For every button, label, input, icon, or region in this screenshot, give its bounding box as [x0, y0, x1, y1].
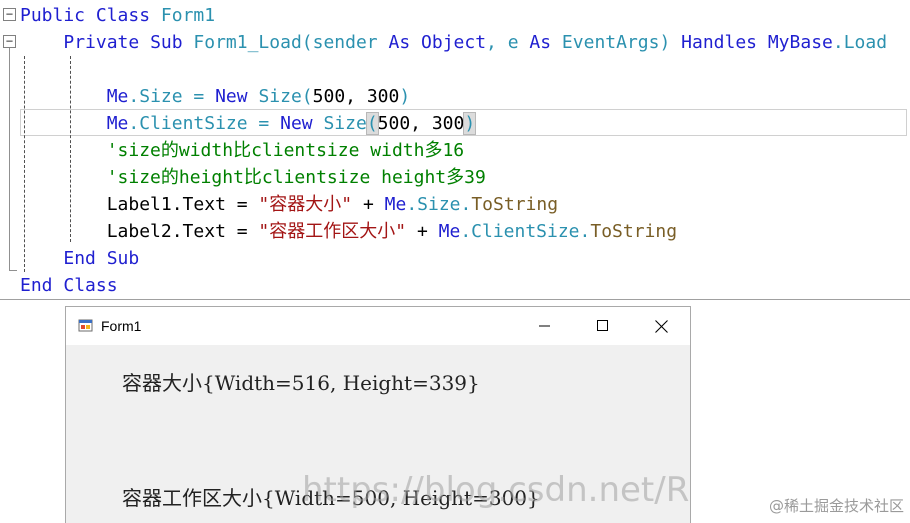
minimize-icon — [539, 325, 550, 327]
matched-paren: ) — [463, 112, 477, 135]
code-token: "容器大小" — [258, 194, 353, 215]
code-token: Class — [63, 275, 118, 296]
url-watermark: https://blog.csdn.net/R — [302, 470, 690, 510]
code-token: + — [352, 194, 385, 215]
code-token: , e — [486, 32, 530, 53]
code-token: Me — [384, 194, 407, 215]
code-token: ToString — [471, 194, 559, 215]
code-token: Me — [106, 113, 129, 134]
code-token: End — [63, 248, 96, 269]
outline-line — [9, 48, 10, 270]
code-token: .Size = — [128, 86, 216, 107]
maximize-icon — [597, 320, 608, 331]
code-line[interactable]: Public Class Form1 — [20, 2, 215, 29]
code-token: Private — [63, 32, 140, 53]
close-button[interactable] — [632, 307, 690, 345]
collapse-sub-icon[interactable]: − — [3, 35, 16, 48]
code-token: End — [20, 275, 53, 296]
code-token: Form1_Load(sender — [182, 32, 389, 53]
code-token: 'size的width比clientsize width多16 — [106, 140, 465, 161]
close-icon — [654, 319, 668, 333]
code-token: .Size. — [406, 194, 472, 215]
code-token: MyBase — [767, 32, 833, 53]
code-token: "容器工作区大小" — [258, 221, 407, 242]
site-watermark: @稀土掘金技术社区 — [768, 497, 904, 515]
outline-end-tick — [9, 270, 17, 271]
code-token: Sub — [106, 248, 140, 269]
code-line[interactable]: Me.ClientSize = New Size(500, 300) — [20, 110, 477, 137]
code-token: Form1 — [150, 5, 216, 26]
code-token: .ClientSize. — [460, 221, 591, 242]
code-token: As — [388, 32, 411, 53]
code-token: Me — [438, 221, 461, 242]
code-editor[interactable]: − − Public Class Form1 Private Sub Form1… — [0, 0, 910, 300]
matched-paren: ( — [365, 112, 379, 135]
code-token: Public — [20, 5, 86, 26]
code-token: Me — [106, 86, 129, 107]
code-token: 500, 300 — [312, 86, 400, 107]
code-token: Label1.Text = — [20, 194, 259, 215]
minimize-button[interactable] — [516, 307, 574, 345]
code-token: ) — [399, 86, 411, 107]
winforms-app-icon — [78, 319, 93, 332]
code-line[interactable]: Label1.Text = "容器大小" + Me.Size.ToString — [20, 191, 558, 218]
label1: 容器大小{Width=516, Height=339} — [122, 371, 480, 395]
code-token: New — [280, 113, 313, 134]
window-title: Form1 — [101, 318, 142, 334]
code-token: ToString — [590, 221, 678, 242]
code-line[interactable]: Label2.Text = "容器工作区大小" + Me.ClientSize.… — [20, 218, 677, 245]
code-token: 'size的height比clientsize height多39 — [106, 167, 486, 188]
code-token: 500, 300 — [377, 113, 465, 134]
window-titlebar[interactable]: Form1 — [66, 307, 690, 345]
maximize-button[interactable] — [574, 307, 632, 345]
code-token: Label2.Text = — [20, 221, 259, 242]
code-token: As — [529, 32, 552, 53]
code-line[interactable]: 'size的width比clientsize width多16 — [20, 137, 464, 164]
code-token: Handles — [681, 32, 757, 53]
code-token: EventArgs) — [551, 32, 682, 53]
code-token: .ClientSize = — [128, 113, 281, 134]
code-line[interactable]: End Sub — [20, 245, 139, 272]
code-token: Size( — [247, 86, 313, 107]
code-token: Sub — [150, 32, 183, 53]
code-line[interactable]: 'size的height比clientsize height多39 — [20, 164, 486, 191]
code-token: Size — [312, 113, 367, 134]
collapse-class-icon[interactable]: − — [3, 8, 16, 21]
code-line[interactable]: End Class — [20, 272, 118, 299]
code-token: Object — [421, 32, 487, 53]
code-token: .Load — [832, 32, 888, 53]
code-line[interactable]: Me.Size = New Size(500, 300) — [20, 83, 410, 110]
code-line[interactable]: Private Sub Form1_Load(sender As Object,… — [20, 29, 887, 56]
code-token: + — [406, 221, 439, 242]
code-token: New — [215, 86, 248, 107]
code-token: Class — [95, 5, 151, 26]
